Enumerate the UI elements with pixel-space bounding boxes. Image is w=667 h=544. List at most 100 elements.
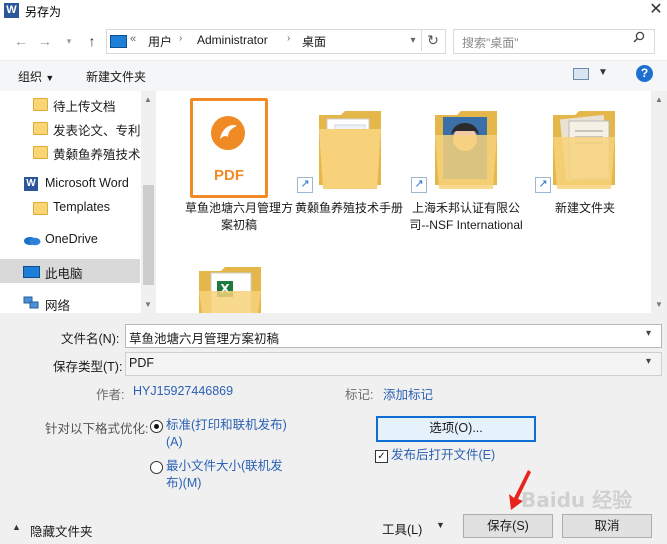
file-item-folder[interactable]: ↗ 上海禾邦认证有限公司--NSF International <box>405 97 527 257</box>
option-standard-line1[interactable]: 标准(打印和联机发布) <box>166 417 287 434</box>
collapse-chevron-icon[interactable]: ▲ <box>12 522 21 532</box>
option-minimum-line2[interactable]: 布)(M) <box>166 475 201 492</box>
tags-value[interactable]: 添加标记 <box>383 384 433 403</box>
nav-item-papers[interactable]: 发表论文、专利资 <box>0 116 153 140</box>
shortcut-arrow-icon: ↗ <box>297 177 313 193</box>
nav-item-network[interactable]: 网络 <box>0 291 140 313</box>
radio-standard[interactable] <box>150 420 163 433</box>
folder-icon <box>33 202 48 215</box>
file-item-folder[interactable]: ↗ 黄颡鱼养殖技术手册 <box>291 97 407 237</box>
file-name: 草鱼池塘六月管理方案初稿 <box>184 201 293 232</box>
radio-minimum-size[interactable] <box>150 461 163 474</box>
recent-locations-chevron-icon[interactable]: ▾ <box>60 31 78 51</box>
nav-item-microsoft-word[interactable]: W Microsoft Word <box>0 172 140 196</box>
search-placeholder: 搜索"桌面" <box>462 36 519 50</box>
forward-arrow-icon[interactable]: → <box>36 31 54 51</box>
file-name: 上海禾邦认证有限公司--NSF International <box>409 201 523 232</box>
nav-item-templates[interactable]: Templates <box>0 196 140 220</box>
computer-icon <box>23 266 40 278</box>
scroll-down-icon[interactable]: ▼ <box>655 300 663 309</box>
baidu-watermark: Baidu 经验 <box>521 488 633 512</box>
view-dropdown-icon[interactable]: ▼ <box>598 67 608 78</box>
save-type-select[interactable] <box>125 352 662 376</box>
folder-icon <box>33 146 48 159</box>
tools-menu[interactable]: 工具(L) <box>382 519 422 538</box>
window-title: 另存为 <box>25 5 62 19</box>
nav-scrollbar-thumb[interactable] <box>143 185 154 285</box>
file-list: PDF 草鱼池塘六月管理方案初稿 ↗ 黄颡鱼养殖技术手册 ↗ 上海禾邦认证有限公… <box>157 91 651 313</box>
tools-dropdown-icon[interactable]: ▼ <box>436 520 445 530</box>
close-button[interactable]: ✕ <box>645 0 667 22</box>
radio-selected-dot <box>154 424 159 429</box>
file-scrollbar[interactable] <box>651 91 667 313</box>
file-item-pdf[interactable]: PDF 草鱼池塘六月管理方案初稿 <box>181 97 297 237</box>
title-bar <box>0 0 667 22</box>
file-name: 黄颡鱼养殖技术手册 <box>294 201 403 215</box>
address-overflow[interactable]: « <box>130 33 136 45</box>
nav-item-label: 此电脑 <box>45 267 83 281</box>
view-options-icon[interactable] <box>573 68 589 80</box>
file-item-folder[interactable]: ↗ 新建文件夹 <box>527 97 643 237</box>
help-icon[interactable]: ? <box>636 65 653 82</box>
breadcrumb-separator-icon[interactable]: › <box>287 33 290 44</box>
filename-label: 文件名(N): <box>61 332 120 346</box>
nav-item-label: 网络 <box>45 299 71 313</box>
save-button[interactable]: 保存(S) <box>463 514 553 538</box>
breadcrumb-administrator[interactable]: Administrator <box>197 33 268 47</box>
address-dropdown-icon[interactable]: ▾ <box>404 30 421 51</box>
breadcrumb-separator-icon[interactable]: › <box>179 33 182 44</box>
nav-item-label: 待上传文档 <box>53 100 116 114</box>
scroll-down-icon[interactable]: ▼ <box>144 300 152 309</box>
foxit-logo-icon <box>211 116 245 150</box>
nav-item-label: Microsoft Word <box>45 176 129 190</box>
save-type-dropdown-icon[interactable]: ▾ <box>646 356 651 367</box>
search-icon[interactable] <box>633 31 645 46</box>
scroll-up-icon[interactable]: ▲ <box>144 95 152 104</box>
nav-item-pending-docs[interactable]: 待上传文档 <box>0 92 140 116</box>
filename-dropdown-icon[interactable]: ▾ <box>646 328 651 339</box>
nav-item-this-pc[interactable]: 此电脑 <box>0 259 140 283</box>
author-value[interactable]: HYJ15927446869 <box>133 384 233 398</box>
organize-menu[interactable]: 组织 ▼ <box>18 68 54 85</box>
options-button[interactable]: 选项(O)... <box>376 416 536 442</box>
tags-label: 标记: <box>345 388 374 402</box>
folder-icon <box>319 111 381 189</box>
folder-icon <box>33 122 48 135</box>
hide-folders-toggle[interactable]: 隐藏文件夹 <box>30 521 93 540</box>
author-label: 作者: <box>96 388 125 402</box>
network-icon <box>23 296 39 309</box>
breadcrumb-users[interactable]: 用户 <box>148 33 172 50</box>
nav-item-label: OneDrive <box>45 232 98 246</box>
shortcut-arrow-icon: ↗ <box>411 177 427 193</box>
cancel-button[interactable]: 取消 <box>562 514 652 538</box>
folder-photo-icon <box>435 111 497 189</box>
filename-value: 草鱼池塘六月管理方案初稿 <box>129 332 280 346</box>
back-arrow-icon[interactable]: ← <box>12 31 30 51</box>
nav-item-label: Templates <box>53 200 110 214</box>
open-after-label[interactable]: 发布后打开文件(E) <box>391 447 495 464</box>
folder-doc-icon <box>553 111 615 189</box>
pdf-badge: PDF <box>214 167 244 184</box>
option-minimum-line1[interactable]: 最小文件大小(联机发 <box>166 458 283 475</box>
pdf-file-icon: PDF <box>190 98 268 198</box>
onedrive-icon <box>24 237 41 246</box>
save-type-label: 保存类型(T): <box>53 360 123 374</box>
file-item-folder[interactable]: X <box>181 257 297 313</box>
nav-item-catfish[interactable]: 黄颡鱼养殖技术手 <box>0 140 153 164</box>
optimize-label: 针对以下格式优化: <box>45 422 149 436</box>
option-standard-line2[interactable]: (A) <box>166 434 183 451</box>
folder-icon <box>33 98 48 111</box>
file-name: 新建文件夹 <box>554 201 615 215</box>
refresh-icon[interactable]: ↻ <box>421 30 444 51</box>
open-after-checkbox[interactable]: ✓ <box>375 450 388 463</box>
shortcut-arrow-icon: ↗ <box>535 177 551 193</box>
word-app-icon: W <box>4 3 19 18</box>
nav-item-onedrive[interactable]: OneDrive <box>0 228 140 252</box>
up-arrow-icon[interactable]: ↑ <box>83 31 101 51</box>
computer-icon <box>110 35 127 48</box>
folder-excel-icon: X <box>199 267 261 313</box>
breadcrumb-desktop[interactable]: 桌面 <box>302 33 326 50</box>
navigation-pane: 待上传文档 发表论文、专利资 黄颡鱼养殖技术手 W Microsoft Word… <box>0 91 156 313</box>
new-folder-button[interactable]: 新建文件夹 <box>86 68 146 85</box>
scroll-up-icon[interactable]: ▲ <box>655 95 663 104</box>
